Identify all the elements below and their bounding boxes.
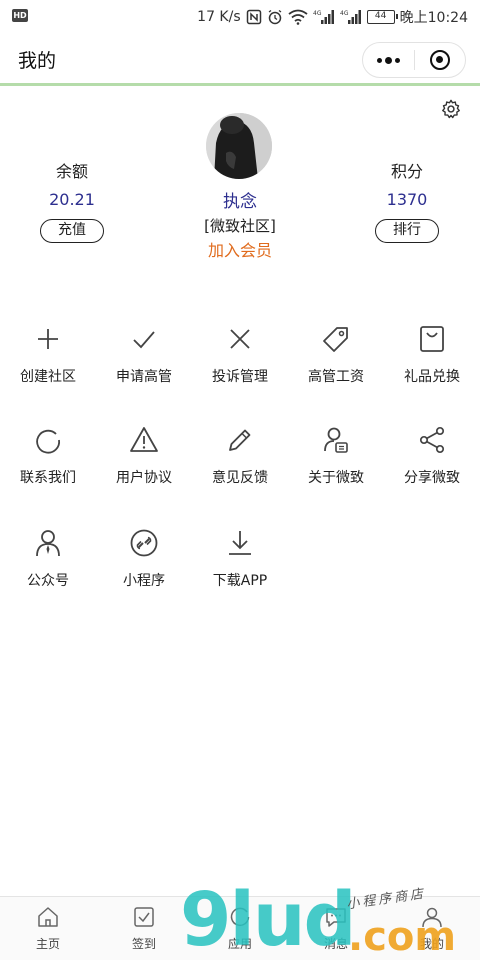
tab-label: 应用 [227,937,252,951]
tag-icon [323,327,348,352]
grid-item-official-account[interactable]: 公众号 [0,528,96,602]
grid-label: 用户协议 [116,470,172,486]
avatar-photo [206,113,272,179]
wifi-icon [288,9,308,25]
grid-label: 申请高管 [116,369,172,385]
balance-value: 20.21 [49,190,95,209]
points-label: 积分 [390,162,423,181]
community-name: [微致社区] [204,217,276,235]
tab-label: 消息 [323,937,348,951]
user-icon [422,907,442,928]
grid-label: 创建社区 [20,369,76,385]
points-section: 积分 1370 排行 [357,161,457,243]
avatar[interactable] [206,113,272,179]
tab-apps[interactable]: 应用 [192,897,288,960]
grid-item-gift-exchange[interactable]: 礼品兑换 [384,324,480,398]
grid-item-contact-us[interactable]: 联系我们 [0,425,96,499]
shopping-bag-icon [420,326,444,352]
network-type-1: 4G [313,10,322,17]
grid-item-user-agreement[interactable]: 用户协议 [96,425,192,499]
grid-label: 关于微致 [308,470,364,486]
grid-item-feedback[interactable]: 意见反馈 [192,425,288,499]
user-name[interactable]: 执念 [140,187,340,212]
grid-label: 高管工资 [308,369,364,385]
status-bar: HD 17 K/s 4G 4G 44 晚上10:24 [0,0,480,34]
pencil-icon [229,429,251,451]
grid-label: 礼品兑换 [404,369,460,385]
alarm-icon [268,9,282,25]
tab-label: 签到 [131,937,156,951]
join-member-link[interactable]: 加入会员 [140,237,340,261]
balance-section: 余额 20.21 充值 [22,161,122,243]
checkbox-icon [134,907,154,927]
recharge-button[interactable]: 充值 [40,219,104,243]
more-dots-icon [376,56,400,64]
x-icon [230,329,250,349]
plus-icon [38,329,58,349]
grid-item-manager-salary[interactable]: 高管工资 [288,324,384,398]
tab-label: 我的 [419,937,444,951]
status-indicators: 17 K/s 4G 4G 44 晚上10:24 [197,7,468,27]
warning-icon [130,427,158,452]
user-card-icon [324,427,348,453]
close-mini-program-button[interactable] [415,43,466,77]
refresh-icon [36,429,60,454]
check-icon [133,331,155,349]
tab-messages[interactable]: 消息 [288,897,384,960]
page-title: 我的 [18,50,57,72]
grid-item-share[interactable]: 分享微致 [384,425,480,499]
grid-label: 小程序 [123,573,165,589]
balance-label: 余额 [55,162,88,181]
points-value: 1370 [386,190,428,209]
share-icon [419,426,445,454]
grid-item-download-app[interactable]: 下载APP [192,528,288,602]
gear-icon[interactable] [440,98,462,120]
grid-label: 公众号 [27,573,69,589]
link-circle-icon [130,529,158,557]
more-button[interactable] [363,43,414,77]
grid-label: 意见反馈 [212,470,268,486]
hd-badge: HD [12,9,28,22]
network-type-2: 4G [340,10,349,17]
grid-item-create-community[interactable]: 创建社区 [0,324,96,398]
grid-item-about[interactable]: 关于微致 [288,425,384,499]
ranking-button[interactable]: 排行 [375,219,439,243]
nfc-icon [246,9,261,25]
battery-icon: 44 [366,10,398,24]
download-icon [229,531,251,555]
home-icon [38,907,58,927]
target-icon [429,50,450,70]
mini-program-capsule [362,42,466,78]
message-icon [326,908,346,927]
grid-label: 分享微致 [404,470,460,486]
grid-label: 下载APP [212,573,268,589]
tab-home[interactable]: 主页 [0,897,96,960]
refresh-icon [230,907,250,926]
nav-bar: 我的 [0,34,480,86]
grid-item-complaint-management[interactable]: 投诉管理 [192,324,288,398]
tab-checkin[interactable]: 签到 [96,897,192,960]
grid-item-apply-manager[interactable]: 申请高管 [96,324,192,398]
grid-label: 联系我们 [20,470,76,486]
network-speed: 17 K/s [197,9,241,25]
signal-icon-2: 4G [340,10,361,24]
signal-icon-1: 4G [313,10,334,24]
grid-item-mini-program[interactable]: 小程序 [96,528,192,602]
person-icon [36,530,60,557]
clock: 晚上10:24 [399,10,468,26]
tab-label: 主页 [35,937,60,951]
grid-label: 投诉管理 [212,369,268,385]
tab-mine[interactable]: 我的 [384,897,480,960]
tab-bar: 主页 签到 应用 消息 我的 [0,896,480,960]
